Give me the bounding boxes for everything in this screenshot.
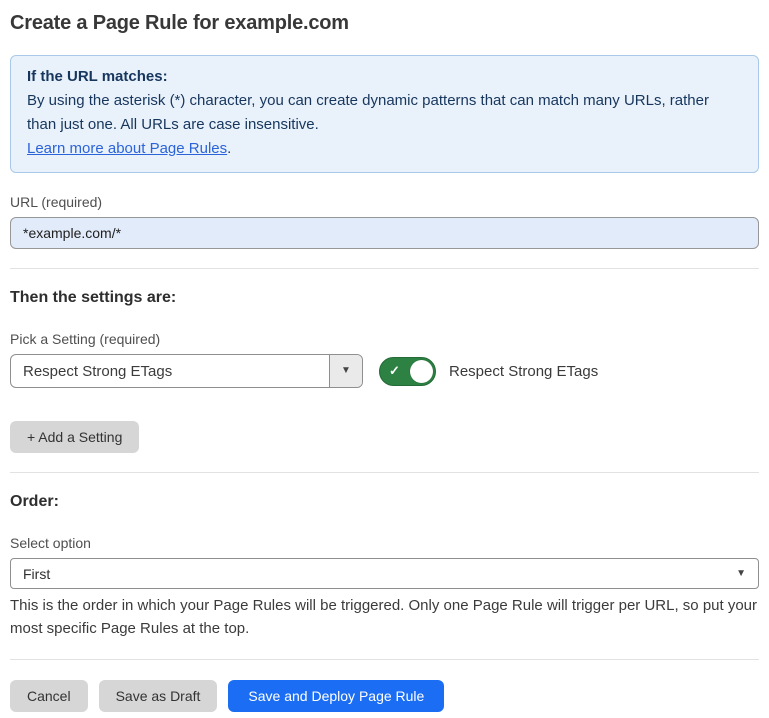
info-box-link-line: Learn more about Page Rules. <box>27 137 742 161</box>
select-option-label: Select option <box>10 535 759 551</box>
caret-down-icon: ▼ <box>341 366 351 376</box>
url-input[interactable] <box>10 217 759 249</box>
order-select-value: First <box>23 566 50 582</box>
section-divider <box>10 472 759 473</box>
order-select-group: Select option First ▼ This is the order … <box>10 535 759 640</box>
footer-button-row: Cancel Save as Draft Save and Deploy Pag… <box>10 680 759 712</box>
link-period: . <box>227 140 231 157</box>
toggle-label: Respect Strong ETags <box>449 363 598 380</box>
setting-select-value: Respect Strong ETags <box>11 363 172 380</box>
order-section-heading: Order: <box>10 493 759 511</box>
page-title: Create a Page Rule for example.com <box>10 12 759 35</box>
url-field-group: URL (required) <box>10 194 759 249</box>
section-divider <box>10 268 759 269</box>
url-label: URL (required) <box>10 194 759 210</box>
footer-divider <box>10 659 759 660</box>
caret-down-icon: ▼ <box>736 569 746 579</box>
setting-select-arrow-button[interactable]: ▼ <box>329 355 362 387</box>
info-box-heading: If the URL matches: <box>27 65 742 89</box>
learn-more-link[interactable]: Learn more about Page Rules <box>27 140 227 157</box>
order-help-text: This is the order in which your Page Rul… <box>10 594 759 640</box>
setting-row: Respect Strong ETags ▼ ✓ Respect Strong … <box>10 354 759 388</box>
save-draft-button[interactable]: Save as Draft <box>99 680 218 712</box>
url-match-info-box: If the URL matches: By using the asteris… <box>10 55 759 173</box>
add-setting-button[interactable]: + Add a Setting <box>10 421 139 453</box>
save-deploy-button[interactable]: Save and Deploy Page Rule <box>228 680 444 712</box>
settings-section-heading: Then the settings are: <box>10 289 759 307</box>
toggle-knob <box>410 360 433 383</box>
order-select[interactable]: First ▼ <box>10 558 759 589</box>
pick-setting-label: Pick a Setting (required) <box>10 331 759 347</box>
respect-strong-etags-toggle[interactable]: ✓ <box>379 357 436 386</box>
pick-setting-group: Pick a Setting (required) Respect Strong… <box>10 331 759 388</box>
check-icon: ✓ <box>389 363 400 379</box>
info-box-body: By using the asterisk (*) character, you… <box>27 89 742 137</box>
setting-select[interactable]: Respect Strong ETags ▼ <box>10 354 363 388</box>
create-page-rule-form: Create a Page Rule for example.com If th… <box>0 0 769 712</box>
cancel-button[interactable]: Cancel <box>10 680 88 712</box>
